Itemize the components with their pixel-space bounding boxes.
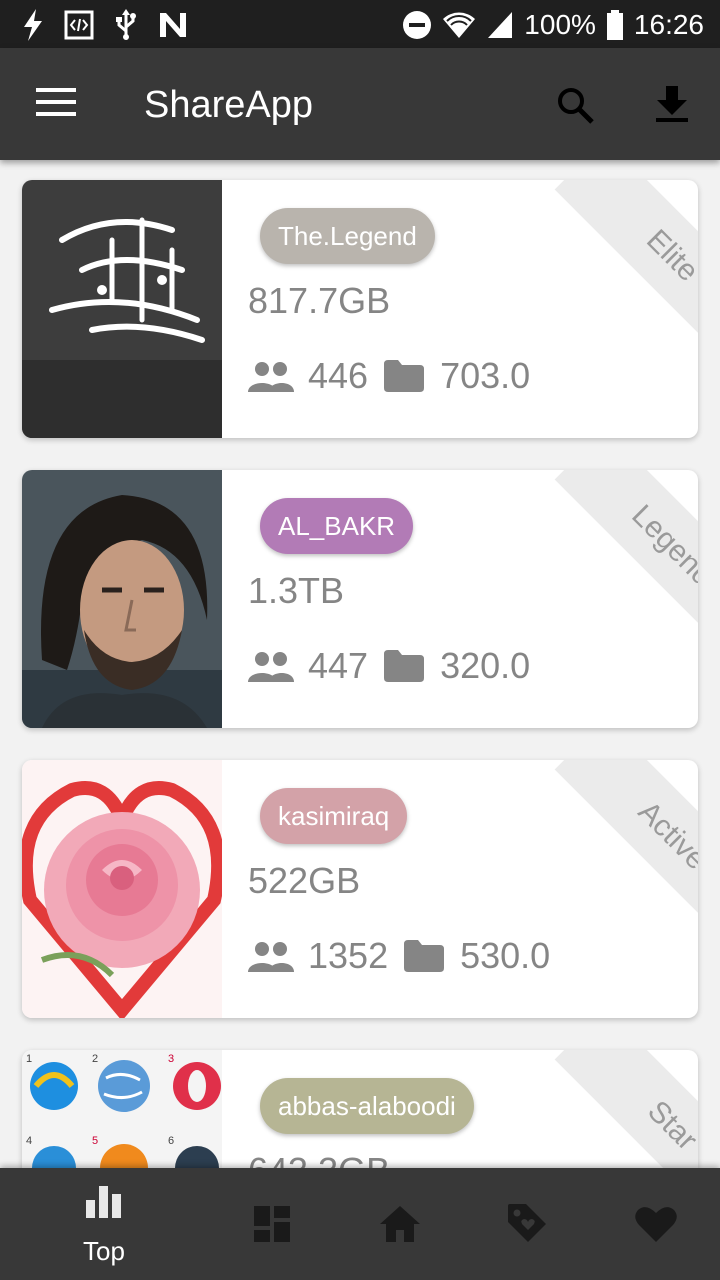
folder-count: 703.0 [440,355,531,396]
stats-row: 447 320.0 [248,642,530,690]
username-chip[interactable]: The.Legend [260,208,435,264]
nav-home[interactable] [328,1168,472,1280]
shared-size: 817.7GB [248,280,391,321]
nav-top-label: Top [83,1236,125,1266]
user-card[interactable]: kasimiraq 522GB 1352 530.0 Active [22,760,698,1018]
app-title: ShareApp [144,84,314,126]
member-count: 446 [308,355,369,396]
system-status: 100% 16:26 [402,6,704,44]
member-count: 1352 [308,935,389,976]
code-icon [64,10,94,40]
folder-count: 530.0 [460,935,551,976]
do-not-disturb-icon [402,10,432,40]
svg-text:6: 6 [168,1135,174,1147]
stats-row: 446 703.0 [248,352,530,400]
home-icon [380,1206,420,1242]
user-feed[interactable]: The.Legend 817.7GB 446 703.0 Elite AL_BA… [0,160,720,1168]
nav-tags[interactable] [456,1168,600,1280]
flash-icon [22,9,44,41]
stats-row: 1352 530.0 [248,932,550,980]
bottom-navigation: Top [0,1168,720,1280]
tag-icon [508,1204,546,1242]
wifi-icon [442,10,476,40]
clock: 16:26 [633,9,704,40]
nav-favorites[interactable] [584,1168,720,1280]
download-icon [656,86,688,122]
svg-text:5: 5 [92,1135,98,1147]
username-chip[interactable]: AL_BAKR [260,498,414,554]
rank-ribbon: Elite [554,180,698,374]
battery-percent: 100% [524,9,596,40]
member-count: 447 [308,645,369,686]
people-icon [248,940,294,972]
folder-icon [384,360,425,392]
username-chip[interactable]: abbas-alaboodi [260,1078,474,1134]
usb-icon [114,9,138,41]
svg-text:2: 2 [92,1053,98,1065]
shared-size: 1.3TB [248,570,345,611]
folder-icon [384,650,425,682]
folder-icon [404,940,445,972]
user-avatar [22,760,222,1018]
shared-size: 522GB [248,860,361,901]
user-card[interactable]: 1 2 3 4 5 6 abbas-alaboodi 643.3GB Star [22,1050,698,1168]
dashboard-icon [254,1206,290,1242]
user-card[interactable]: The.Legend 817.7GB 446 703.0 Elite [22,180,698,438]
search-icon [558,88,594,124]
folder-count: 320.0 [440,645,531,686]
rank-ribbon: Star [554,1050,698,1168]
user-avatar: 1 2 3 4 5 6 [22,1050,222,1168]
nav-top[interactable]: Top [32,1168,176,1280]
svg-text:3: 3 [168,1053,174,1065]
n-icon [158,11,188,39]
search-button[interactable] [552,82,600,130]
rank-ribbon: Active [554,760,698,954]
menu-button[interactable] [28,80,84,128]
people-icon [248,360,294,392]
user-avatar [22,470,222,728]
bar-chart-icon [86,1186,121,1218]
svg-text:4: 4 [26,1135,32,1147]
user-avatar [22,180,222,438]
user-card[interactable]: AL_BAKR 1.3TB 447 320.0 Legend [22,470,698,728]
download-button[interactable] [648,82,696,130]
shared-size: 643.3GB [248,1150,390,1168]
notification-icons [22,8,188,42]
svg-text:1: 1 [26,1053,32,1065]
people-icon [248,650,294,682]
signal-icon [486,10,514,40]
app-bar: ShareApp [0,48,720,160]
nav-dashboard[interactable] [200,1168,344,1280]
username-chip[interactable]: kasimiraq [260,788,408,844]
heart-icon [635,1207,677,1242]
rank-ribbon: Legend [554,470,698,664]
battery-icon [606,10,624,40]
menu-icon [36,88,76,116]
status-bar: 100% 16:26 [0,0,720,48]
